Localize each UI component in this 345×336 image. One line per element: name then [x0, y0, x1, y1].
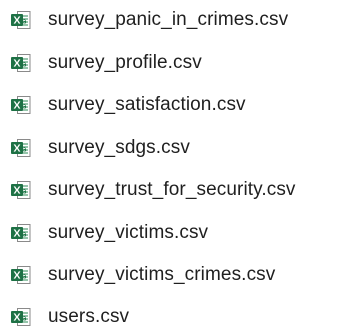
file-name-label: users.csv — [48, 306, 130, 327]
file-name-label: survey_victims.csv — [48, 222, 209, 243]
file-item-survey-victims-crimes[interactable]: a survey_victims_crimes.csv — [0, 258, 345, 292]
file-item-users[interactable]: a users.csv — [0, 300, 345, 334]
excel-csv-file-icon: a — [10, 52, 32, 74]
excel-csv-file-icon: a — [10, 137, 32, 159]
file-name-label: survey_panic_in_crimes.csv — [48, 9, 289, 30]
file-item-survey-trust-for-security[interactable]: a survey_trust_for_security.csv — [0, 173, 345, 207]
excel-csv-file-icon: a — [10, 264, 32, 286]
excel-csv-file-icon: a — [10, 306, 32, 328]
file-item-survey-victims[interactable]: a survey_victims.csv — [0, 216, 345, 250]
file-name-label: survey_trust_for_security.csv — [48, 179, 296, 200]
excel-csv-file-icon: a — [10, 179, 32, 201]
excel-csv-file-icon: a — [10, 222, 32, 244]
file-name-label: survey_sdgs.csv — [48, 137, 190, 158]
file-item-survey-satisfaction[interactable]: a survey_satisfaction.csv — [0, 88, 345, 122]
excel-csv-file-icon: a — [10, 9, 32, 31]
excel-csv-file-icon: a — [10, 94, 32, 116]
file-name-label: survey_satisfaction.csv — [48, 94, 246, 115]
file-item-survey-sdgs[interactable]: a survey_sdgs.csv — [0, 131, 345, 165]
file-item-survey-profile[interactable]: a survey_profile.csv — [0, 46, 345, 80]
file-name-label: survey_victims_crimes.csv — [48, 264, 276, 285]
file-item-survey-panic-in-crimes[interactable]: a survey_panic_in_crimes.csv — [0, 3, 345, 37]
file-name-label: survey_profile.csv — [48, 52, 202, 73]
